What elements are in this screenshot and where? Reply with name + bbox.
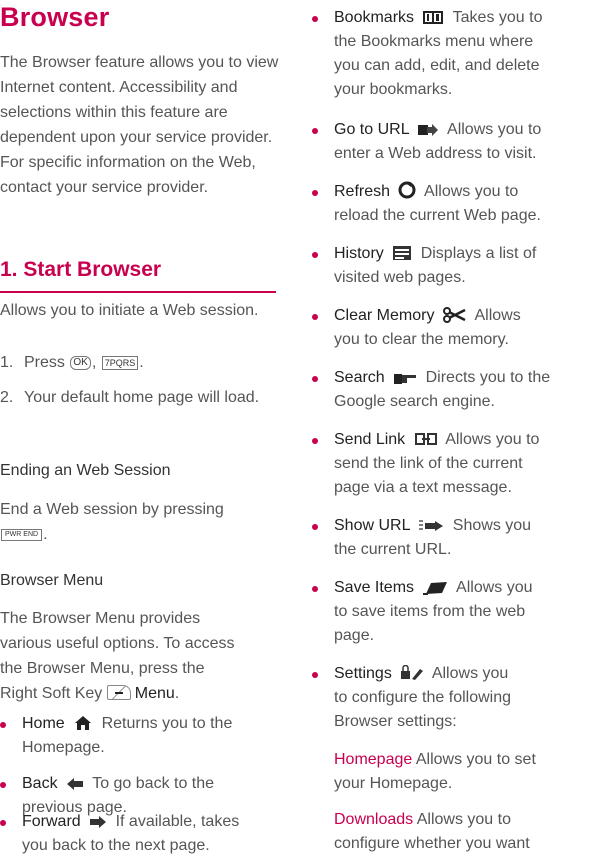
bullet-save-items: Save Items Allows you to save items from… <box>312 576 592 650</box>
show-url-icon <box>419 520 444 531</box>
bullet-forward: Forward If available, takes you back to … <box>0 810 282 858</box>
refresh-icon <box>398 181 416 199</box>
bullet-dot <box>312 16 318 22</box>
history-icon <box>393 246 412 260</box>
bullet-dot <box>0 722 6 728</box>
bullet-dot <box>312 586 318 592</box>
clear-memory-icon <box>442 307 466 323</box>
search-icon <box>394 374 417 384</box>
bullet-settings: Settings Allows you to configure the fol… <box>312 662 592 736</box>
step-1: 1. Press OK, 7PQRS. <box>0 350 282 375</box>
section-description: Allows you to initiate a Web session. <box>0 302 259 319</box>
step-number: 2. <box>0 389 14 406</box>
ending-heading: Ending an Web Session <box>0 462 171 479</box>
bullet-dot <box>312 376 318 382</box>
bullet-home: Home Returns you to the Homepage. <box>0 712 282 760</box>
seven-key-icon: 7PQRS <box>101 355 139 370</box>
step-text: Press <box>24 354 65 371</box>
bullet-history: History Displays a list of visited web p… <box>312 242 592 292</box>
bullet-clear-memory: Clear Memory Allows you to clear the mem… <box>312 304 592 354</box>
bullet-go-to-url: Go to URL Allows you to enter a Web addr… <box>312 118 592 168</box>
page-title: Browser <box>0 2 110 32</box>
setting-label: Homepage <box>334 751 413 768</box>
bullet-search: Search Directs you to the Google search … <box>312 366 592 416</box>
ending-paragraph: End a Web session by pressing PWR END. <box>0 501 224 543</box>
save-items-icon <box>423 582 448 595</box>
forward-arrow-icon <box>90 816 107 828</box>
bullet-dot <box>312 190 318 196</box>
bullet-dot <box>0 820 6 826</box>
bookmarks-icon <box>423 11 444 24</box>
step-text: Your default home page will load. <box>24 389 260 406</box>
go-to-url-icon <box>418 124 439 136</box>
bullet-dot <box>312 128 318 134</box>
menu-paragraph: The Browser Menu provides various useful… <box>0 610 235 702</box>
section-rule <box>0 291 276 293</box>
setting-label: Downloads <box>334 811 414 828</box>
setting-downloads: Downloads Allows you to configure whethe… <box>334 811 530 852</box>
right-soft-key-icon <box>106 685 131 700</box>
bullet-bookmarks: Bookmarks Takes you to the Bookmarks men… <box>312 6 592 106</box>
bullet-show-url: Show URL Shows you the current URL. <box>312 514 592 564</box>
section-heading: 1. Start Browser <box>0 258 162 281</box>
bullet-dot <box>312 314 318 320</box>
send-link-icon <box>414 433 437 445</box>
bullet-dot <box>312 524 318 530</box>
bullet-dot <box>0 782 6 788</box>
step-2: 2. Your default home page will load. <box>0 385 282 435</box>
step-number: 1. <box>0 354 14 371</box>
setting-homepage: Homepage Allows you to set your Homepage… <box>334 751 536 792</box>
bullet-send-link: Send Link Allows you to send the link of… <box>312 428 592 502</box>
bullet-refresh: Refresh Allows you to reload the current… <box>312 180 592 230</box>
ok-key-icon: OK <box>70 355 91 370</box>
bullet-dot <box>312 438 318 444</box>
bullet-dot <box>312 252 318 258</box>
menu-heading: Browser Menu <box>0 572 104 589</box>
home-icon <box>75 716 92 730</box>
settings-icon <box>401 665 424 680</box>
end-key-icon: PWR END <box>1 528 43 541</box>
bullet-dot <box>312 672 318 678</box>
back-arrow-icon <box>67 778 84 790</box>
intro-paragraph: The Browser feature allows you to view I… <box>0 54 279 196</box>
